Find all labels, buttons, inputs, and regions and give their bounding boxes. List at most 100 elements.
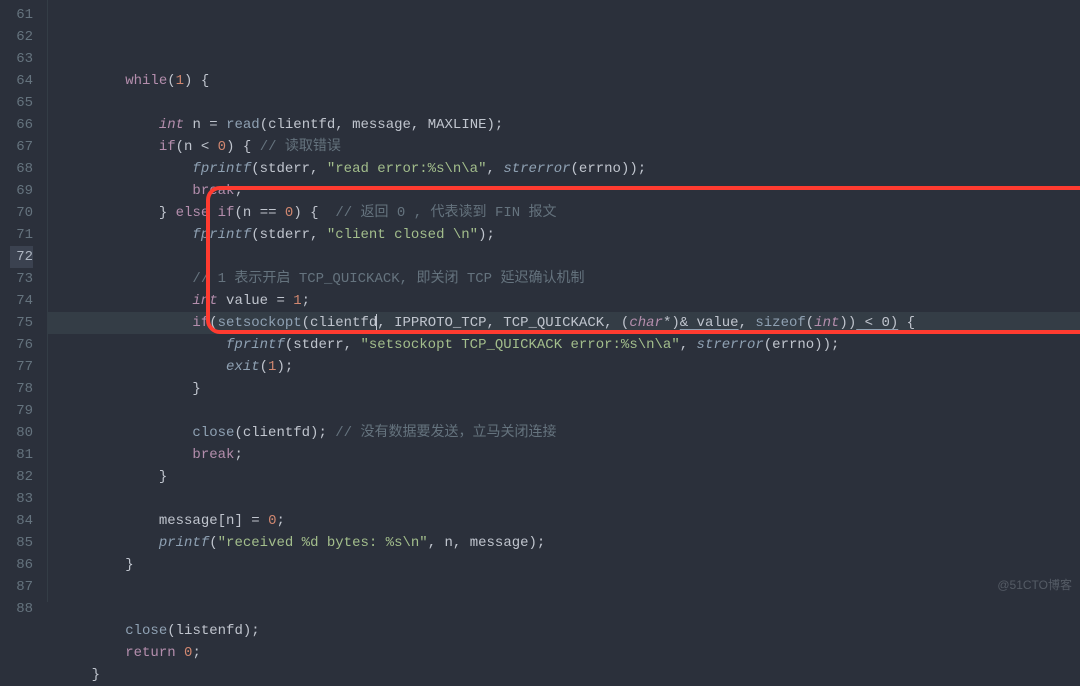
token-op: < xyxy=(201,139,218,155)
token-kw: return xyxy=(125,645,175,661)
token-op: = xyxy=(251,513,268,529)
code-line[interactable]: } xyxy=(48,378,1080,400)
token-op: ); xyxy=(478,227,495,243)
token-pad xyxy=(58,139,159,155)
token-opul: < 0) xyxy=(856,315,898,331)
token-pad xyxy=(58,513,159,529)
token-kw: else xyxy=(176,205,210,221)
code-line[interactable]: return 0; xyxy=(48,642,1080,664)
code-line[interactable] xyxy=(48,246,1080,268)
token-pad xyxy=(58,645,125,661)
code-line[interactable] xyxy=(48,488,1080,510)
token-pad xyxy=(58,315,192,331)
token-pad xyxy=(58,381,192,397)
line-number: 61 xyxy=(10,4,33,26)
line-number: 79 xyxy=(10,400,33,422)
code-line[interactable]: break; xyxy=(48,180,1080,202)
token-kw: if xyxy=(218,205,235,221)
code-line[interactable]: close(listenfd); xyxy=(48,620,1080,642)
code-line[interactable] xyxy=(48,92,1080,114)
code-line[interactable]: while(1) { xyxy=(48,70,1080,92)
token-op: (stderr, xyxy=(251,161,327,177)
token-op: ; xyxy=(302,293,310,309)
code-line[interactable]: } xyxy=(48,554,1080,576)
line-number: 73 xyxy=(10,268,33,290)
token-op: *) xyxy=(663,315,680,331)
token-pad xyxy=(58,667,92,683)
token-pad xyxy=(58,425,192,441)
code-line[interactable]: int value = 1; xyxy=(48,290,1080,312)
token-op: ; xyxy=(192,645,200,661)
code-line[interactable]: if(n < 0) { // 读取错误 xyxy=(48,136,1080,158)
line-number: 63 xyxy=(10,48,33,70)
token-type: int xyxy=(192,293,217,309)
line-number: 83 xyxy=(10,488,33,510)
token-op: message[n] xyxy=(159,513,251,529)
token-opul: & value xyxy=(680,315,739,331)
token-op: (clientfd); xyxy=(234,425,335,441)
token-op: ( xyxy=(167,73,175,89)
watermark: @51CTO博客 xyxy=(997,574,1072,596)
code-line[interactable] xyxy=(48,400,1080,422)
token-fn: setsockopt xyxy=(218,315,302,331)
token-pad xyxy=(58,359,226,375)
token-fni: fprintf xyxy=(192,161,251,177)
token-pad xyxy=(58,469,159,485)
line-number: 82 xyxy=(10,466,33,488)
token-pad xyxy=(58,271,192,287)
line-number: 85 xyxy=(10,532,33,554)
code-line[interactable]: printf("received %d bytes: %s\n", n, mes… xyxy=(48,532,1080,554)
token-num: 1 xyxy=(176,73,184,89)
token-op: (clientfd xyxy=(302,315,378,331)
line-number: 81 xyxy=(10,444,33,466)
code-line[interactable]: close(clientfd); // 没有数据要发送，立马关闭连接 xyxy=(48,422,1080,444)
token-op: == xyxy=(260,205,285,221)
token-op: (n xyxy=(234,205,259,221)
token-op: } xyxy=(92,667,100,683)
token-op: (stderr, xyxy=(251,227,327,243)
token-op: ; xyxy=(276,513,284,529)
token-str: "setsockopt TCP_QUICKACK error:%s\n\a" xyxy=(360,337,679,353)
token-op: ; xyxy=(234,183,242,199)
code-line[interactable]: // 1 表示开启 TCP_QUICKACK, 即关闭 TCP 延迟确认机制 xyxy=(48,268,1080,290)
code-line[interactable]: fprintf(stderr, "setsockopt TCP_QUICKACK… xyxy=(48,334,1080,356)
token-op: (errno)); xyxy=(571,161,647,177)
code-line[interactable]: } else if(n == 0) { // 返回 0 , 代表读到 FIN 报… xyxy=(48,202,1080,224)
token-fni: fprintf xyxy=(192,227,251,243)
code-line[interactable] xyxy=(48,576,1080,598)
code-area[interactable]: while(1) { int n = read(clientfd, messag… xyxy=(48,0,1080,602)
code-line[interactable] xyxy=(48,598,1080,620)
token-fni: strerror xyxy=(503,161,570,177)
token-kw: if xyxy=(159,139,176,155)
code-line[interactable]: fprintf(stderr, "client closed \n"); xyxy=(48,224,1080,246)
code-line[interactable]: break; xyxy=(48,444,1080,466)
token-op: } xyxy=(159,469,167,485)
token-kw: if xyxy=(192,315,209,331)
code-line[interactable]: fprintf(stderr, "read error:%s\n\a", str… xyxy=(48,158,1080,180)
token-pad xyxy=(58,557,125,573)
token-op: )) xyxy=(839,315,856,331)
line-number: 84 xyxy=(10,510,33,532)
code-line[interactable]: int n = read(clientfd, message, MAXLINE)… xyxy=(48,114,1080,136)
token-cmt: // 返回 0 , 代表读到 FIN 报文 xyxy=(335,205,556,221)
line-number: 80 xyxy=(10,422,33,444)
token-op: ( xyxy=(260,359,268,375)
code-editor[interactable]: 6162636465666768697071727374757677787980… xyxy=(0,0,1080,602)
token-pad xyxy=(58,205,159,221)
code-line[interactable]: message[n] = 0; xyxy=(48,510,1080,532)
token-type: int xyxy=(159,117,184,133)
token-kw: while xyxy=(125,73,167,89)
token-op: , xyxy=(487,161,504,177)
code-line[interactable]: } xyxy=(48,466,1080,488)
token-cmt: // 没有数据要发送，立马关闭连接 xyxy=(335,425,556,441)
code-line[interactable]: if(setsockopt(clientfd, IPPROTO_TCP, TCP… xyxy=(48,312,1080,334)
code-line[interactable]: } xyxy=(48,664,1080,686)
token-op: value xyxy=(218,293,277,309)
token-fni: fprintf xyxy=(226,337,285,353)
token-type: int xyxy=(814,315,839,331)
code-line[interactable]: exit(1); xyxy=(48,356,1080,378)
token-op: (errno)); xyxy=(764,337,840,353)
token-op: } xyxy=(159,205,176,221)
token-op: ( xyxy=(209,315,217,331)
token-num: 0 xyxy=(184,645,192,661)
